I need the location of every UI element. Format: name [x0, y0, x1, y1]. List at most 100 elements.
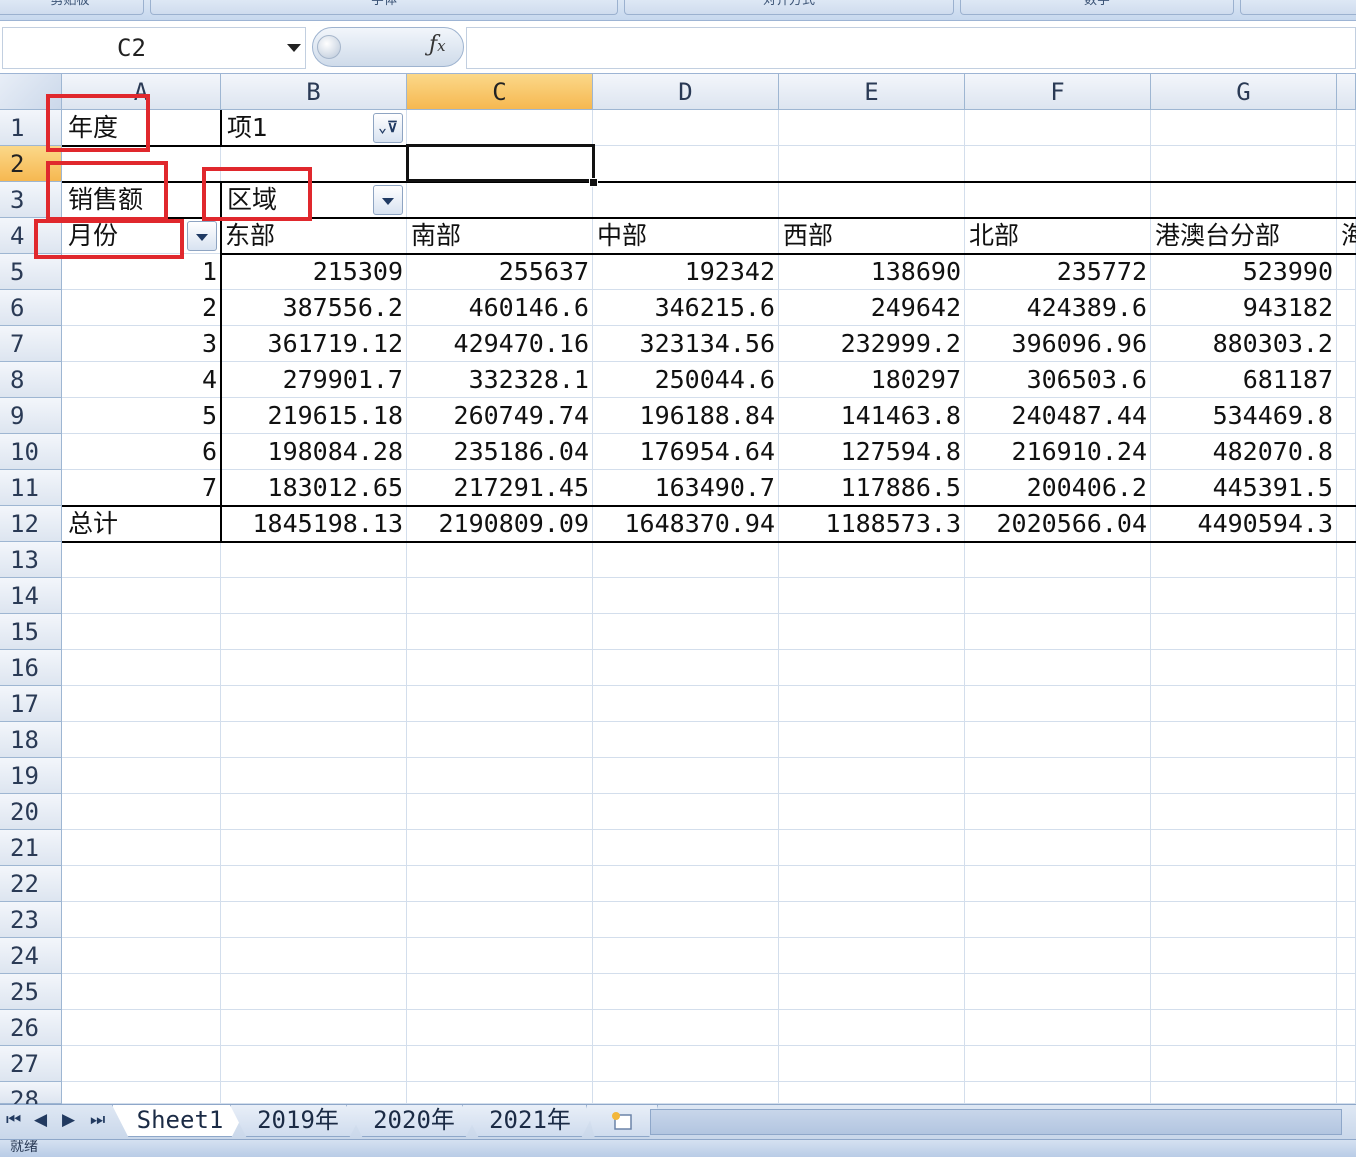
- pivot-value-cell[interactable]: 192342: [593, 254, 779, 290]
- sheet-tab-sheet1[interactable]: Sheet1: [112, 1105, 248, 1137]
- row-header-8[interactable]: 8: [0, 362, 62, 398]
- cell[interactable]: [1337, 182, 1356, 218]
- pivot-value-cell[interactable]: 141463.8: [779, 398, 965, 434]
- cell[interactable]: [1151, 686, 1337, 722]
- cell[interactable]: [1337, 254, 1356, 290]
- sheet-tab-2020[interactable]: 2020年: [346, 1105, 482, 1137]
- insert-function-icon[interactable]: ƒx: [429, 32, 446, 57]
- pivot-value-cell[interactable]: 387556.2: [221, 290, 407, 326]
- ribbon-group-clipboard[interactable]: 剪贴板: [0, 0, 144, 15]
- pivot-value-cell[interactable]: 235772: [965, 254, 1151, 290]
- pivot-value-cell[interactable]: 180297: [779, 362, 965, 398]
- cell[interactable]: [1151, 578, 1337, 614]
- cell[interactable]: [1337, 434, 1356, 470]
- cell[interactable]: [965, 146, 1151, 182]
- cell[interactable]: [1337, 290, 1356, 326]
- cell[interactable]: [965, 182, 1151, 218]
- cell[interactable]: [1337, 830, 1356, 866]
- cell[interactable]: [221, 866, 407, 902]
- cell[interactable]: [965, 902, 1151, 938]
- first-sheet-icon[interactable]: ⏮: [6, 1110, 21, 1130]
- cell[interactable]: [1151, 866, 1337, 902]
- column-header-b[interactable]: B: [221, 74, 407, 110]
- cell[interactable]: [221, 1082, 407, 1104]
- cell[interactable]: [62, 794, 221, 830]
- cell[interactable]: [407, 866, 593, 902]
- pivot-month-label[interactable]: 1: [62, 254, 221, 290]
- pivot-value-cell[interactable]: 396096.96: [965, 326, 1151, 362]
- cell[interactable]: [779, 182, 965, 218]
- cell[interactable]: [593, 1010, 779, 1046]
- cell[interactable]: [965, 1046, 1151, 1082]
- pivot-value-cell[interactable]: 279901.7: [221, 362, 407, 398]
- cell[interactable]: [593, 578, 779, 614]
- name-box[interactable]: C2: [2, 27, 306, 69]
- pivot-month-label[interactable]: 6: [62, 434, 221, 470]
- cell[interactable]: [407, 830, 593, 866]
- cell[interactable]: [62, 1010, 221, 1046]
- cell[interactable]: [1337, 110, 1356, 146]
- pivot-value-cell[interactable]: 200406.2: [965, 470, 1151, 506]
- row-header-13[interactable]: 13: [0, 542, 62, 578]
- row-header-24[interactable]: 24: [0, 938, 62, 974]
- cell[interactable]: [221, 758, 407, 794]
- ribbon-group-alignment[interactable]: 对齐方式: [624, 0, 954, 15]
- cell[interactable]: [1151, 722, 1337, 758]
- cell[interactable]: [62, 722, 221, 758]
- cell[interactable]: [779, 578, 965, 614]
- pivot-value-cell[interactable]: 216910.24: [965, 434, 1151, 470]
- pivot-value-cell[interactable]: 127594.8: [779, 434, 965, 470]
- cell[interactable]: [407, 722, 593, 758]
- pivot-total-cell[interactable]: 2190809.09: [407, 506, 593, 542]
- cell[interactable]: [965, 794, 1151, 830]
- pivot-month-label[interactable]: 3: [62, 326, 221, 362]
- cell[interactable]: [221, 1010, 407, 1046]
- cell[interactable]: [1151, 938, 1337, 974]
- row-header-17[interactable]: 17: [0, 686, 62, 722]
- cell[interactable]: [221, 614, 407, 650]
- cell[interactable]: [62, 758, 221, 794]
- row-header-27[interactable]: 27: [0, 1046, 62, 1082]
- cell[interactable]: [62, 866, 221, 902]
- cell[interactable]: [593, 1046, 779, 1082]
- cell[interactable]: [221, 1046, 407, 1082]
- cell[interactable]: [779, 794, 965, 830]
- cell[interactable]: [407, 1082, 593, 1104]
- cell[interactable]: [593, 938, 779, 974]
- pivot-region-header[interactable]: 东部: [221, 218, 407, 254]
- row-header-28[interactable]: 28: [0, 1082, 62, 1114]
- row-header-15[interactable]: 15: [0, 614, 62, 650]
- cell[interactable]: [593, 146, 779, 182]
- pivot-region-header-overflow[interactable]: 海: [1337, 218, 1356, 254]
- cell[interactable]: [965, 614, 1151, 650]
- pivot-value-cell[interactable]: 534469.8: [1151, 398, 1337, 434]
- pivot-month-label[interactable]: 5: [62, 398, 221, 434]
- next-sheet-icon[interactable]: ▶: [62, 1110, 75, 1130]
- cell[interactable]: [407, 650, 593, 686]
- cell[interactable]: [593, 110, 779, 146]
- cell[interactable]: [593, 542, 779, 578]
- cell[interactable]: [779, 758, 965, 794]
- cell[interactable]: [1337, 362, 1356, 398]
- cell[interactable]: [965, 686, 1151, 722]
- cell[interactable]: [407, 938, 593, 974]
- cell[interactable]: [221, 650, 407, 686]
- cell[interactable]: [1151, 974, 1337, 1010]
- cell[interactable]: [221, 938, 407, 974]
- pivot-value-cell[interactable]: 424389.6: [965, 290, 1151, 326]
- row-header-20[interactable]: 20: [0, 794, 62, 830]
- cell[interactable]: [407, 794, 593, 830]
- pivot-value-cell[interactable]: 429470.16: [407, 326, 593, 362]
- pivot-region-header[interactable]: 中部: [593, 218, 779, 254]
- cell[interactable]: [407, 686, 593, 722]
- cell[interactable]: [965, 974, 1151, 1010]
- pivot-value-cell[interactable]: 255637: [407, 254, 593, 290]
- cell[interactable]: [593, 866, 779, 902]
- cell[interactable]: [1337, 1010, 1356, 1046]
- cell[interactable]: [1337, 578, 1356, 614]
- pivot-value-cell[interactable]: 196188.84: [593, 398, 779, 434]
- cell[interactable]: [1337, 866, 1356, 902]
- row-header-22[interactable]: 22: [0, 866, 62, 902]
- pivot-value-cell[interactable]: 332328.1: [407, 362, 593, 398]
- pivot-month-label[interactable]: 7: [62, 470, 221, 506]
